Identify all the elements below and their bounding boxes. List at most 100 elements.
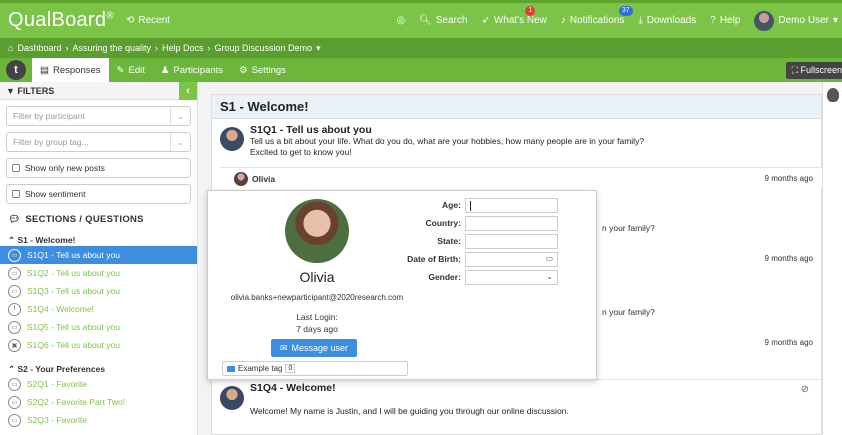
chevron-down-icon: ⌄: [546, 271, 553, 281]
message-user-button[interactable]: ✉ Message user: [271, 339, 357, 357]
home-icon: ⌂: [8, 43, 14, 53]
downloads-button[interactable]: ⤓ Downloads: [638, 15, 696, 26]
state-input[interactable]: [464, 233, 558, 249]
image-icon: ▣: [8, 338, 21, 352]
participant-email: olivia.banks+newparticipant@2020research…: [230, 293, 404, 302]
chat-icon: ▭: [8, 248, 21, 262]
question-s1q5[interactable]: ▭ S1Q5 - Tell us about you: [0, 318, 197, 336]
breadcrumb: ⌂ Dashboard › Assuring the quality › Hel…: [0, 38, 842, 58]
search-button[interactable]: 🔍︎ Search: [419, 15, 467, 26]
collapse-sidebar-button[interactable]: ‹: [179, 82, 197, 100]
recent-button[interactable]: ⟲ Recent: [126, 15, 170, 26]
breadcrumb-project[interactable]: Assuring the quality: [72, 43, 151, 53]
tab-responses[interactable]: ▤ Responses: [32, 58, 109, 82]
question-text-fragment: n your family?: [602, 307, 655, 317]
question-title: S1Q4 - Welcome!: [250, 382, 336, 394]
chat-icon: ▭: [8, 395, 21, 409]
country-input[interactable]: [464, 215, 558, 231]
question-s1q6[interactable]: ▣ S1Q6 - Tell us about you: [0, 336, 197, 354]
question-s2q1[interactable]: ▭ S2Q1 - Favorite: [0, 375, 197, 393]
tag-icon: [227, 365, 235, 372]
fullscreen-button[interactable]: ⛶ Fullscreen: [785, 61, 842, 79]
tab-settings[interactable]: ⚙ Settings: [231, 58, 294, 82]
user-menu[interactable]: Demo User ▾: [754, 10, 838, 31]
chat-icon: ▭: [8, 377, 21, 391]
search-icon: 🔍︎: [419, 15, 432, 26]
info-icon: !: [8, 302, 21, 316]
dob-field: Date of Birth: ▭: [398, 251, 558, 267]
question-s2q3[interactable]: ▭ S2Q3 - Favorite: [0, 411, 197, 429]
question-s1q4-block: S1Q4 - Welcome! ⊘ Welcome! My name is Ju…: [212, 379, 822, 435]
section-group-s2[interactable]: ⌃ S2 - Your Preferences: [8, 364, 197, 375]
whats-new-button[interactable]: ➶ What's New 1: [481, 6, 547, 26]
state-field: State:: [398, 233, 558, 249]
breadcrumb-discussion[interactable]: Group Discussion Demo: [215, 43, 313, 53]
age-input[interactable]: [464, 197, 558, 213]
chat-icon: ▭: [8, 320, 21, 334]
notifications-button[interactable]: ♪ Notifications 37: [560, 6, 633, 26]
notifications-badge: 37: [618, 6, 633, 16]
sub-nav: t ▤ Responses ✎ Edit ♟ Participants ⚙ Settin…: [0, 58, 842, 82]
tab-participants[interactable]: ♟ Participants: [153, 58, 231, 82]
right-panel: [822, 82, 842, 435]
lightbulb-icon[interactable]: [827, 88, 839, 102]
download-icon: ⤓: [638, 15, 643, 26]
breadcrumb-dashboard[interactable]: Dashboard: [17, 43, 61, 53]
question-title: S1Q1 - Tell us about you: [250, 124, 372, 136]
participant-profile-popup: Olivia olivia.banks+newparticipant@2020r…: [207, 190, 597, 380]
group-tag-filter[interactable]: Filter by group tag... ⌄: [6, 132, 191, 152]
history-icon: ⟲: [126, 15, 135, 26]
checkbox-icon: [12, 164, 20, 172]
breadcrumb-folder[interactable]: Help Docs: [162, 43, 204, 53]
avatar: [754, 10, 775, 31]
dob-input[interactable]: ▭: [464, 251, 558, 267]
app-logo[interactable]: QualBoard®: [8, 9, 114, 32]
section-title: S1 - Welcome!: [212, 95, 821, 119]
signal-icon[interactable]: ◎: [396, 15, 405, 26]
chat-icon: ▭: [8, 413, 21, 427]
rocket-icon: ➶: [481, 15, 490, 26]
age-field: Age:: [398, 197, 558, 213]
participant-filter[interactable]: Filter by participant ⌄: [6, 106, 191, 126]
chat-icon: ▭: [8, 266, 21, 280]
avatar: [234, 171, 248, 186]
participant-name: Olivia: [299, 269, 335, 285]
response-row[interactable]: Olivia 9 months ago: [220, 167, 822, 189]
chat-bubbles-icon: 💬︎: [8, 214, 21, 225]
bell-icon: ♪: [560, 15, 566, 26]
question-s1q2[interactable]: ▭ S1Q2 - Tell us about you: [0, 264, 197, 282]
participant-name[interactable]: Olivia: [252, 174, 275, 184]
section-group-s1[interactable]: ⌃ S1 - Welcome!: [8, 235, 197, 246]
chevron-down-icon: ▾: [316, 42, 321, 53]
chevron-down-icon: ▾: [832, 15, 838, 26]
envelope-icon: ✉: [279, 342, 288, 353]
eye-off-icon[interactable]: ⊘: [801, 384, 809, 395]
participant-tag[interactable]: Example tag 0: [222, 361, 408, 376]
checkbox-icon: [12, 190, 20, 198]
gear-icon: ⚙: [239, 64, 248, 76]
last-login: Last Login: 7 days ago: [296, 312, 338, 334]
question-s1q3[interactable]: ▭ S1Q3 - Tell us about you: [0, 282, 197, 300]
help-icon: ?: [710, 15, 716, 26]
gender-select[interactable]: ⌄: [464, 269, 558, 285]
chat-icon: ▭: [8, 284, 21, 298]
help-button[interactable]: ? Help: [710, 15, 740, 26]
question-text: Welcome! My name is Justin, and I will b…: [250, 406, 569, 416]
chevron-down-icon: ⌄: [170, 107, 190, 125]
question-s1q1[interactable]: ▭ S1Q1 - Tell us about you: [0, 246, 197, 264]
question-s2q2[interactable]: ▭ S2Q2 - Favorite Part Two!: [0, 393, 197, 411]
sections-title: 💬︎ SECTIONS / QUESTIONS: [8, 214, 144, 225]
project-badge: t: [6, 60, 26, 80]
show-sentiment-checkbox[interactable]: Show sentiment: [6, 184, 191, 204]
question-s1q4[interactable]: ! S1Q4 - Welcome!: [0, 300, 197, 318]
calendar-icon[interactable]: ▭: [545, 254, 553, 263]
tab-edit[interactable]: ✎ Edit: [109, 58, 153, 82]
participant-photo: [285, 199, 349, 263]
timestamp: 9 months ago: [764, 174, 813, 183]
filters-sidebar: ▼ FILTERS ‹ Filter by participant ⌄ Filte…: [0, 82, 198, 435]
question-text-fragment: n your family?: [602, 223, 655, 233]
moderator-avatar: [220, 127, 244, 151]
top-bar: QualBoard® ⟲ Recent ◎ 🔍︎ Search ➶ What's N…: [0, 0, 842, 38]
question-s1q1-block: S1Q1 - Tell us about you Tell us a bit a…: [212, 119, 822, 165]
only-new-posts-checkbox[interactable]: Show only new posts: [6, 158, 191, 178]
